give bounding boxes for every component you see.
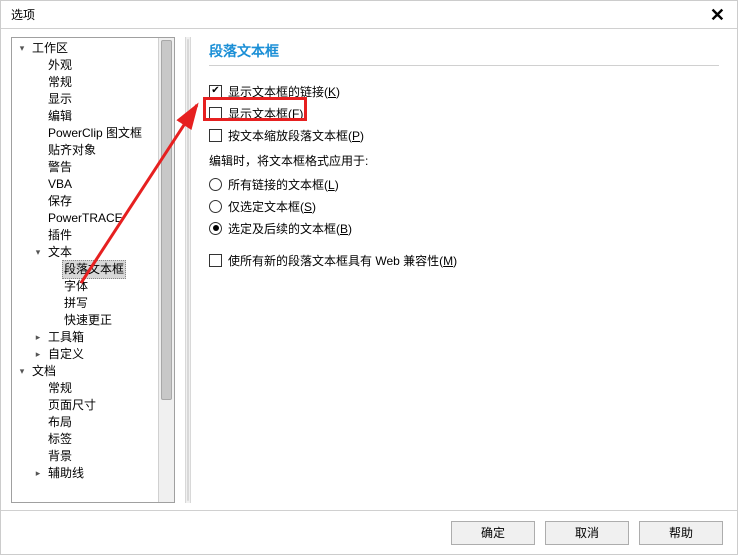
tree-node-guides[interactable]: ▸辅助线 (12, 465, 174, 482)
help-button[interactable]: 帮助 (639, 521, 723, 545)
tree-node[interactable]: ·编辑 (12, 108, 174, 125)
tree-node[interactable]: ·常规 (12, 74, 174, 91)
radio-icon (209, 200, 222, 213)
checkbox-web-compat[interactable]: 使所有新的段落文本框具有 Web 兼容性(M) (209, 249, 719, 271)
tree-node-custom[interactable]: ▸自定义 (12, 346, 174, 363)
tree-node[interactable]: ·字体 (12, 278, 174, 295)
tree-node[interactable]: ·拼写 (12, 295, 174, 312)
group-label: 编辑时，将文本框格式应用于: (209, 152, 719, 169)
tree-node[interactable]: ·页面尺寸 (12, 397, 174, 414)
tree-node[interactable]: ·布局 (12, 414, 174, 431)
content-panel: 段落文本框 ✔ 显示文本框的链接(K) 显示文本框(F) 按文本缩放段落文本框(… (191, 29, 737, 511)
radio-selected-and-subsequent[interactable]: 选定及后续的文本框(B) (209, 217, 719, 239)
tree-node[interactable]: ·保存 (12, 193, 174, 210)
tree-node[interactable]: ·PowerClip 图文框 (12, 125, 174, 142)
checkbox-icon: ✔ (209, 85, 222, 98)
checkbox-label: 按文本缩放段落文本框(P) (228, 127, 364, 144)
scrollbar-thumb[interactable] (161, 40, 172, 400)
radio-icon (209, 178, 222, 191)
checkbox-icon (209, 254, 222, 267)
nav-tree: ▾工作区 ·外观 ·常规 ·显示 ·编辑 ·PowerClip 图文框 ·贴齐对… (11, 37, 175, 503)
titlebar: 选项 ✕ (1, 1, 737, 29)
radio-all-linked[interactable]: 所有链接的文本框(L) (209, 173, 719, 195)
tree-scrollbar[interactable] (158, 38, 174, 502)
tree-node[interactable]: ·快速更正 (12, 312, 174, 329)
tree-node[interactable]: ·背景 (12, 448, 174, 465)
tree-node[interactable]: ·显示 (12, 91, 174, 108)
radio-label: 选定及后续的文本框(B) (228, 220, 352, 237)
panel-heading: 段落文本框 (209, 41, 719, 66)
radio-label: 仅选定文本框(S) (228, 198, 316, 215)
radio-icon (209, 222, 222, 235)
radio-label: 所有链接的文本框(L) (228, 176, 339, 193)
checkbox-icon (209, 129, 222, 142)
radio-selected-only[interactable]: 仅选定文本框(S) (209, 195, 719, 217)
checkbox-fit-frame[interactable]: 按文本缩放段落文本框(P) (209, 124, 719, 146)
main-area: ▾工作区 ·外观 ·常规 ·显示 ·编辑 ·PowerClip 图文框 ·贴齐对… (1, 29, 737, 511)
dialog-title: 选项 (11, 6, 35, 23)
checkbox-label: 使所有新的段落文本框具有 Web 兼容性(M) (228, 252, 457, 269)
tree-node[interactable]: ·外观 (12, 57, 174, 74)
checkbox-icon (209, 107, 222, 120)
dialog-footer: 确定 取消 帮助 (1, 510, 737, 554)
tree-node[interactable]: ·标签 (12, 431, 174, 448)
cancel-button[interactable]: 取消 (545, 521, 629, 545)
ok-button[interactable]: 确定 (451, 521, 535, 545)
tree-node-document[interactable]: ▾文档 (12, 363, 174, 380)
tree-node[interactable]: ·贴齐对象 (12, 142, 174, 159)
checkbox-label: 显示文本框(F) (228, 105, 303, 122)
checkbox-show-links[interactable]: ✔ 显示文本框的链接(K) (209, 80, 719, 102)
tree-node[interactable]: ·插件 (12, 227, 174, 244)
tree-node[interactable]: ·警告 (12, 159, 174, 176)
close-icon[interactable]: ✕ (706, 4, 729, 26)
checkbox-label: 显示文本框的链接(K) (228, 83, 340, 100)
tree-node[interactable]: ·PowerTRACE (12, 210, 174, 227)
tree-node-text[interactable]: ▾文本 (12, 244, 174, 261)
tree-node-toolbox[interactable]: ▸工具箱 (12, 329, 174, 346)
checkbox-show-frame[interactable]: 显示文本框(F) (209, 102, 719, 124)
tree-node[interactable]: ·常规 (12, 380, 174, 397)
tree-node-para-text-frame[interactable]: ·段落文本框 (12, 261, 174, 278)
tree-node[interactable]: ·VBA (12, 176, 174, 193)
tree-pane: ▾工作区 ·外观 ·常规 ·显示 ·编辑 ·PowerClip 图文框 ·贴齐对… (1, 29, 185, 511)
tree-node-workspace[interactable]: ▾工作区 (12, 40, 174, 57)
